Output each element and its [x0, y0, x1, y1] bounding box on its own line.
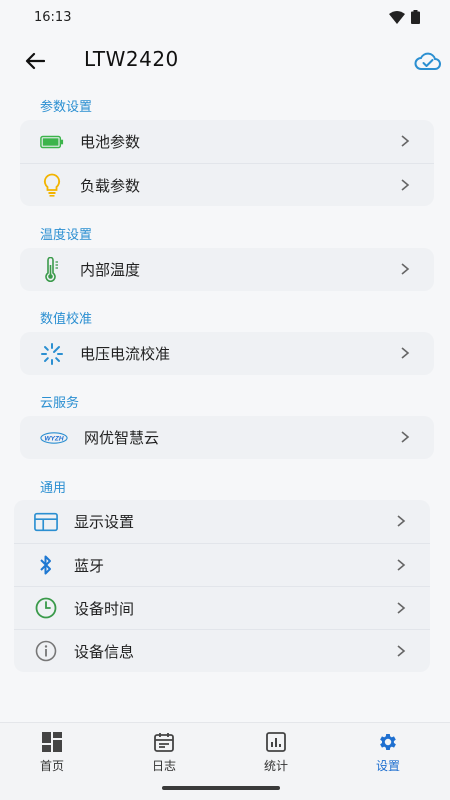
settings-item-label: 设备时间 [74, 599, 135, 618]
cloud-sync-button[interactable] [414, 51, 442, 73]
settings-item-label: 电压电流校准 [80, 345, 171, 363]
settings-item-internal-temperature[interactable]: 内部温度 [20, 248, 434, 291]
settings-item-label: 负载参数 [80, 176, 141, 195]
chevron-right-icon [397, 515, 406, 527]
status-bar: 16:13 [0, 0, 450, 34]
home-indicator[interactable] [162, 786, 280, 790]
settings-item-bluetooth[interactable]: 蓝牙 [14, 543, 430, 586]
back-arrow-icon [25, 52, 45, 70]
settings-item-device-time[interactable]: 设备时间 [14, 586, 430, 629]
nav-tab-label: 日志 [151, 759, 176, 773]
thermometer-icon [40, 256, 64, 282]
settings-item-display[interactable]: 显示设置 [14, 500, 430, 543]
bar-chart-icon [265, 731, 287, 753]
gear-icon [377, 731, 399, 753]
status-time: 16:13 [34, 9, 72, 25]
general-card: 显示设置 蓝牙 设备时间 设备信息 [14, 500, 430, 672]
wifi-icon [389, 10, 405, 24]
chevron-right-icon [397, 559, 406, 571]
nav-tab-home[interactable]: 首页 [12, 731, 92, 779]
display-icon [34, 510, 58, 534]
settings-item-label: 蓝牙 [74, 556, 105, 575]
wyzh-logo-icon: WYZH [40, 426, 68, 450]
settings-item-wyzh-cloud[interactable]: WYZH 网优智慧云 [20, 416, 434, 459]
nav-tab-statistics[interactable]: 统计 [236, 731, 316, 779]
calibration-icon [40, 342, 64, 366]
page-title: LTW2420 [84, 47, 179, 71]
battery-icon [411, 10, 420, 24]
section-label-temperature: 温度设置 [40, 228, 93, 243]
settings-item-label: 显示设置 [74, 513, 135, 531]
chevron-right-icon [401, 179, 410, 191]
calendar-icon [153, 731, 175, 753]
section-label-general: 通用 [40, 481, 67, 496]
settings-item-voltage-current-calibration[interactable]: 电压电流校准 [20, 332, 434, 375]
app-bar: LTW2420 [0, 38, 450, 84]
wyzh-logo-text: WYZH [44, 435, 63, 442]
nav-tab-label: 统计 [263, 759, 288, 773]
settings-item-battery[interactable]: 电池参数 [20, 120, 434, 163]
chevron-right-icon [397, 602, 406, 614]
settings-item-label: 网优智慧云 [84, 429, 160, 447]
status-icons [389, 10, 420, 24]
section-label-calibration: 数值校准 [40, 312, 93, 327]
settings-item-label: 设备信息 [74, 642, 135, 661]
grid-icon [41, 731, 63, 753]
settings-item-label: 内部温度 [80, 261, 141, 279]
parameters-card: 电池参数 负载参数 [20, 120, 434, 206]
chevron-right-icon [401, 135, 410, 147]
section-label-parameters: 参数设置 [40, 100, 93, 115]
settings-item-label: 电池参数 [80, 133, 141, 151]
info-icon [34, 639, 58, 663]
nav-tab-log[interactable]: 日志 [124, 731, 204, 779]
cloud-check-icon [414, 52, 441, 70]
settings-item-device-info[interactable]: 设备信息 [14, 629, 430, 672]
chevron-right-icon [401, 347, 410, 359]
nav-tab-settings[interactable]: 设置 [348, 731, 428, 779]
settings-item-load[interactable]: 负载参数 [20, 163, 434, 206]
back-button[interactable] [22, 48, 48, 74]
bluetooth-icon [34, 553, 58, 577]
cloud-card: WYZH 网优智慧云 [20, 416, 434, 459]
clock-icon [34, 596, 58, 620]
lightbulb-icon [40, 173, 64, 197]
chevron-right-icon [401, 263, 410, 275]
chevron-right-icon [401, 431, 410, 443]
battery-icon [40, 130, 64, 154]
nav-tab-label: 设置 [375, 759, 400, 773]
nav-tab-label: 首页 [39, 759, 64, 773]
section-label-cloud: 云服务 [40, 396, 80, 411]
temperature-card: 内部温度 [20, 248, 434, 291]
calibration-card: 电压电流校准 [20, 332, 434, 375]
chevron-right-icon [397, 645, 406, 657]
